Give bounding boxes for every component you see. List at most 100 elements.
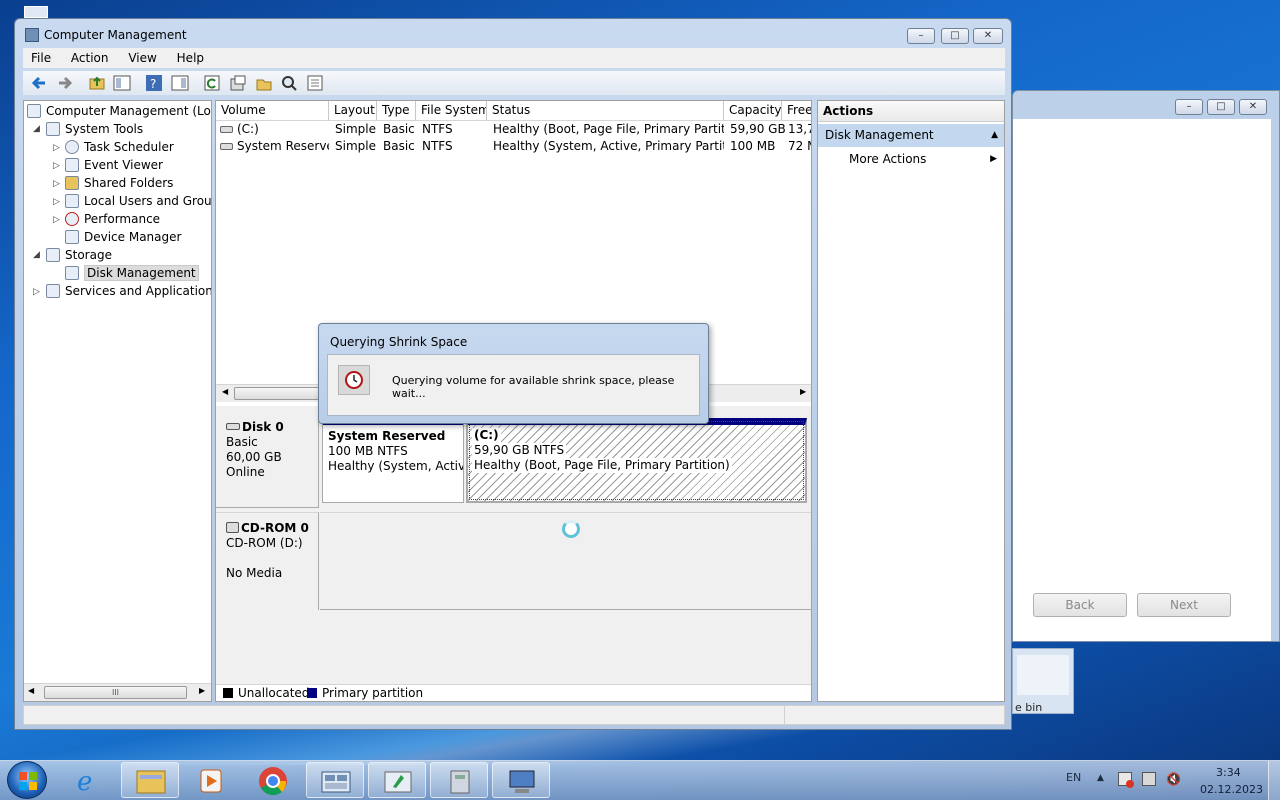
scroll-left-arrow-icon[interactable]: ◀: [222, 387, 228, 396]
taskbar-internet-explorer[interactable]: e: [60, 762, 118, 798]
tree-item-event-viewer[interactable]: Event Viewer: [65, 156, 163, 174]
minimize-button[interactable]: –: [907, 28, 935, 44]
clock-time[interactable]: 3:34: [1216, 766, 1241, 779]
shared-folder-icon: [65, 176, 79, 190]
tree-item-storage[interactable]: Storage: [46, 246, 112, 264]
forward-icon[interactable]: [55, 73, 73, 91]
menu-help[interactable]: Help: [169, 48, 212, 68]
table-row[interactable]: (C:) Simple Basic NTFS Healthy (Boot, Pa…: [216, 121, 811, 138]
cell-file-system: NTFS: [422, 139, 453, 153]
cell-free: 72 M: [788, 139, 811, 153]
desktop-icon-partial: [24, 6, 48, 18]
expand-performance-icon[interactable]: ▷: [53, 215, 60, 225]
taskbar-media-player[interactable]: [182, 762, 240, 798]
taskbar-installer[interactable]: [368, 762, 426, 798]
tree-item-label: Event Viewer: [84, 158, 163, 172]
taskbar-recycle[interactable]: [430, 762, 488, 798]
tree-item-disk-management[interactable]: Disk Management: [65, 264, 199, 282]
expand-local-users-icon[interactable]: ▷: [53, 197, 60, 207]
network-icon[interactable]: [1142, 772, 1156, 786]
tree-root[interactable]: Computer Management (Local: [27, 102, 211, 120]
back-icon[interactable]: [29, 73, 47, 91]
scroll-right-arrow-icon[interactable]: ▶: [800, 387, 806, 396]
expand-task-scheduler-icon[interactable]: ▷: [53, 143, 60, 153]
partition-title: System Reserved: [328, 429, 446, 443]
export-list-icon[interactable]: [305, 73, 323, 91]
cell-free: 13,75: [788, 122, 811, 136]
taskbar-computer-management[interactable]: [306, 762, 364, 798]
clock-icon: [65, 140, 79, 154]
show-hidden-icons-icon[interactable]: ▲: [1097, 773, 1104, 783]
wizard-back-button[interactable]: Back: [1033, 593, 1127, 617]
cdrom0-info[interactable]: CD-ROM 0 CD-ROM (D:) No Media: [216, 512, 319, 610]
tree-item-label: Storage: [65, 248, 112, 262]
menu-action[interactable]: Action: [63, 48, 117, 68]
column-type[interactable]: Type: [377, 101, 416, 120]
tree-item-shared-folders[interactable]: Shared Folders: [65, 174, 173, 192]
refresh-icon[interactable]: [202, 73, 220, 91]
column-capacity[interactable]: Capacity: [724, 101, 782, 120]
tree-item-device-manager[interactable]: Device Manager: [65, 228, 181, 246]
tree-hscrollbar[interactable]: ◀ III ▶: [24, 683, 211, 701]
taskbar-remote[interactable]: [492, 762, 550, 798]
tree-item-label: Task Scheduler: [84, 140, 174, 154]
menu-view[interactable]: View: [120, 48, 164, 68]
find-icon[interactable]: [279, 73, 298, 91]
wizard-maximize-button[interactable]: □: [1207, 99, 1235, 115]
expand-storage-icon[interactable]: ◢: [33, 250, 40, 260]
expand-shared-folders-icon[interactable]: ▷: [53, 179, 60, 189]
column-status[interactable]: Status: [487, 101, 724, 120]
partition-system-reserved[interactable]: System Reserved 100 MB NTFS Healthy (Sys…: [322, 418, 464, 503]
expand-system-tools-icon[interactable]: ◢: [33, 124, 40, 134]
internet-explorer-icon: e: [77, 767, 92, 797]
tree-hscroll-thumb[interactable]: III: [44, 686, 187, 699]
actions-section-label: Disk Management: [825, 128, 934, 142]
open-folder-icon[interactable]: [254, 73, 272, 91]
device-manager-icon: [65, 230, 79, 244]
computer-icon: [509, 770, 535, 793]
up-folder-icon[interactable]: [87, 73, 105, 91]
help-icon[interactable]: ?: [144, 73, 163, 91]
tree-item-task-scheduler[interactable]: Task Scheduler: [65, 138, 174, 156]
tree-item-local-users-and-groups[interactable]: Local Users and Groups: [65, 192, 211, 210]
column-file-system[interactable]: File System: [416, 101, 487, 120]
scroll-right-arrow-icon[interactable]: ▶: [199, 686, 205, 695]
scroll-left-arrow-icon[interactable]: ◀: [28, 686, 34, 695]
disk0-info[interactable]: Disk 0 Basic 60,00 GB Online: [216, 406, 319, 508]
wizard-close-button[interactable]: ✕: [1239, 99, 1267, 115]
expand-services-icon[interactable]: ▷: [33, 287, 40, 297]
language-indicator[interactable]: EN: [1066, 771, 1081, 784]
tree-item-performance[interactable]: Performance: [65, 210, 160, 228]
action-center-icon[interactable]: [1118, 772, 1134, 788]
table-hscroll-thumb[interactable]: [234, 387, 324, 400]
partition-c[interactable]: (C:) 59,90 GB NTFS Healthy (Boot, Page F…: [466, 418, 807, 503]
actions-section-disk-management[interactable]: Disk Management ▲: [818, 124, 1004, 147]
taskbar-explorer[interactable]: [121, 762, 179, 798]
toolbar: ?: [23, 71, 1005, 95]
close-button[interactable]: ✕: [973, 28, 1003, 44]
taskbar-chrome[interactable]: [244, 762, 302, 798]
table-row[interactable]: System Reserved Simple Basic NTFS Health…: [216, 138, 811, 155]
maximize-button[interactable]: □: [941, 28, 969, 44]
volume-muted-icon[interactable]: 🔇: [1166, 772, 1182, 786]
wizard-minimize-button[interactable]: –: [1175, 99, 1203, 115]
show-hide-action-pane-icon[interactable]: [170, 73, 189, 91]
expand-event-viewer-icon[interactable]: ▷: [53, 161, 60, 171]
properties-icon[interactable]: [228, 73, 246, 91]
wizard-next-button[interactable]: Next: [1137, 593, 1231, 617]
column-free[interactable]: Free: [782, 101, 811, 120]
status-bar: [23, 705, 1005, 725]
cell-type: Basic: [383, 139, 415, 153]
tools-icon: [46, 122, 60, 136]
column-volume[interactable]: Volume: [216, 101, 329, 120]
collapse-arrow-icon[interactable]: ▲: [991, 124, 998, 147]
start-button[interactable]: [7, 761, 47, 799]
column-layout[interactable]: Layout: [329, 101, 377, 120]
tree-item-services-and-applications[interactable]: Services and Applications: [46, 282, 211, 300]
clock-date[interactable]: 02.12.2023: [1200, 783, 1263, 796]
action-more-actions[interactable]: More Actions ▶: [818, 149, 1004, 169]
tree-item-system-tools[interactable]: System Tools: [46, 120, 143, 138]
menu-file[interactable]: File: [23, 48, 59, 68]
show-desktop-button[interactable]: [1268, 761, 1280, 800]
show-hide-tree-icon[interactable]: [112, 73, 131, 91]
